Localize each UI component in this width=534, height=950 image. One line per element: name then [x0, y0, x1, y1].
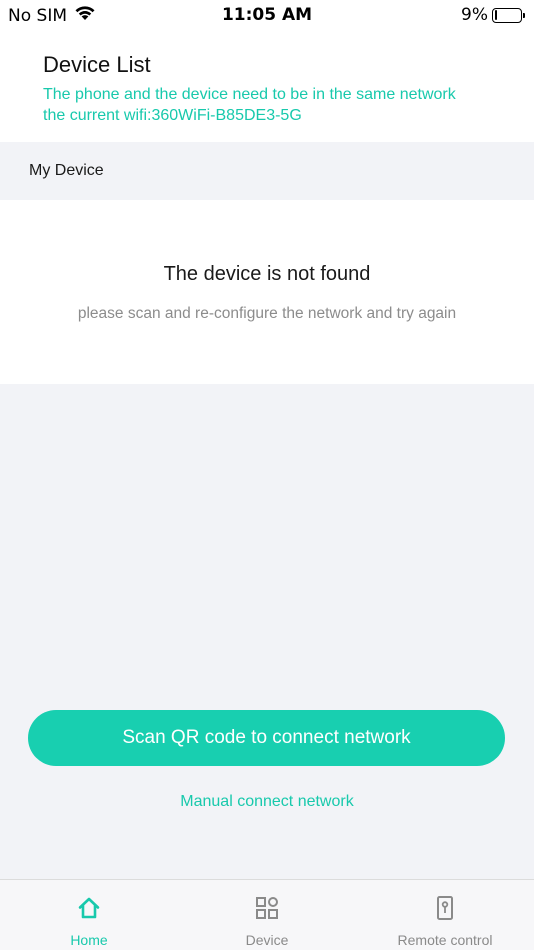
tab-bar: Home Device Remote control	[0, 879, 534, 950]
tab-remote-control[interactable]: Remote control	[356, 880, 534, 950]
battery-icon	[492, 7, 525, 23]
battery-percent: 9%	[461, 5, 488, 25]
empty-state-title: The device is not found	[163, 263, 371, 285]
empty-state-subtitle: please scan and re-configure the network…	[77, 305, 457, 322]
tab-device[interactable]: Device	[178, 880, 356, 950]
battery-fill	[494, 10, 497, 20]
network-hint: The phone and the device need to be in t…	[43, 86, 456, 103]
page-title: Device List	[43, 52, 151, 77]
my-device-section: My Device	[0, 142, 534, 200]
status-right: 9%	[461, 5, 525, 25]
tab-home[interactable]: Home	[0, 880, 178, 950]
tab-remote-label: Remote control	[397, 932, 493, 948]
remote-icon	[356, 895, 534, 921]
status-bar: No SIM 11:05 AM 9%	[0, 0, 534, 32]
tab-device-label: Device	[245, 932, 289, 948]
empty-state: The device is not found please scan and …	[0, 200, 534, 384]
clock: 11:05 AM	[221, 5, 313, 25]
wifi-hint: The phone and the device need to be in t…	[43, 84, 456, 126]
tab-home-label: Home	[70, 932, 108, 948]
manual-connect-link[interactable]: Manual connect network	[0, 793, 534, 811]
current-wifi: the current wifi:360WiFi-B85DE3-5G	[43, 107, 302, 124]
home-icon	[0, 895, 178, 921]
grid-icon	[178, 895, 356, 921]
page-header: Device List The phone and the device nee…	[0, 32, 534, 142]
section-title: My Device	[29, 162, 104, 179]
scan-qr-button[interactable]: Scan QR code to connect network	[28, 710, 505, 766]
